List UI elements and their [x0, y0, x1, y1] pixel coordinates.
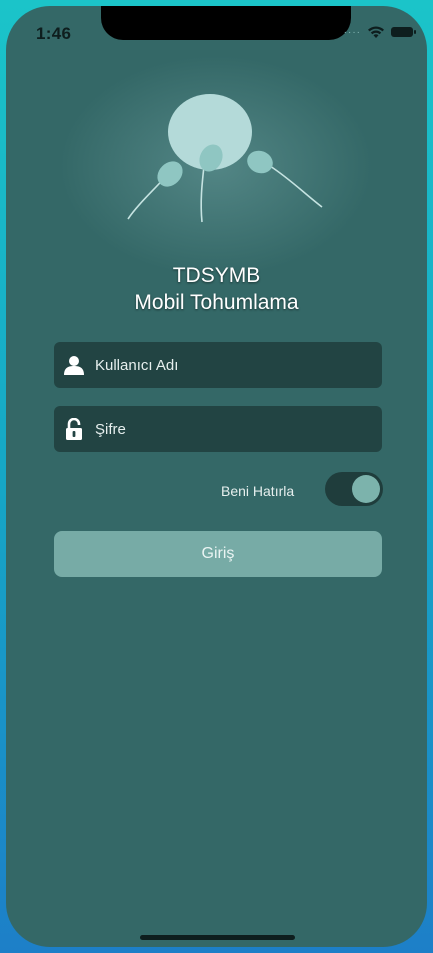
password-input[interactable]: [93, 419, 367, 439]
user-icon: [63, 354, 85, 376]
status-time: 1:46: [36, 24, 72, 43]
remember-me-toggle[interactable]: [325, 472, 383, 506]
cell-logo-icon: [127, 94, 323, 223]
device-notch: [101, 6, 351, 40]
battery-icon: [391, 27, 416, 37]
status-icons: ····: [343, 24, 416, 40]
lock-icon: [63, 418, 85, 440]
toggle-knob: [352, 475, 380, 503]
signal-dots-icon: ····: [343, 26, 361, 38]
app-title: TDSYMB: [172, 264, 261, 287]
app-screen: 1:46 ···· TDSYMB Mobil Tohumlama Kullanı…: [6, 6, 427, 947]
password-field[interactable]: [54, 406, 382, 452]
remember-me-label: Beni Hatırla: [221, 483, 295, 499]
login-button[interactable]: Giriş: [54, 531, 382, 577]
home-indicator: [140, 935, 295, 940]
app-subtitle: Mobil Tohumlama: [134, 291, 299, 314]
username-input[interactable]: [93, 355, 367, 375]
username-field[interactable]: [54, 342, 382, 388]
wifi-icon: [368, 26, 384, 38]
